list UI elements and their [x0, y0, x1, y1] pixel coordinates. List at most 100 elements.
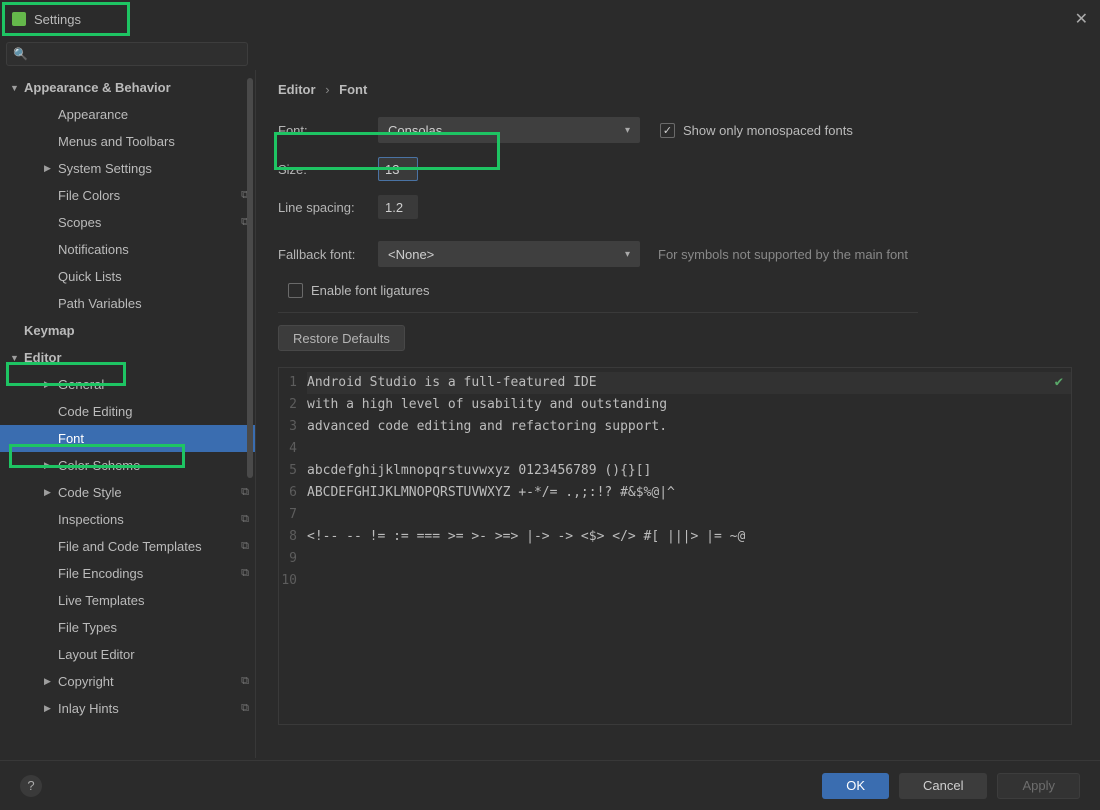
sidebar-item-file-and-code-templates[interactable]: File and Code Templates⧉ [0, 533, 255, 560]
ok-button[interactable]: OK [822, 773, 889, 799]
sidebar-item-label: Live Templates [58, 593, 144, 608]
row-spacing: Line spacing: [278, 195, 1080, 219]
spacing-input[interactable] [378, 195, 418, 219]
sidebar-item-label: Code Editing [58, 404, 132, 419]
preview-line: <!-- -- != := === >= >- >=> |-> -> <$> <… [307, 526, 1071, 548]
sidebar-item-file-colors[interactable]: File Colors⧉ [0, 182, 255, 209]
sidebar-item-file-encodings[interactable]: File Encodings⧉ [0, 560, 255, 587]
sidebar-item-label: Code Style [58, 485, 122, 500]
row-font: Font: Consolas ▾ Show only monospaced fo… [278, 117, 1080, 143]
preview-line [307, 504, 1071, 526]
sidebar-item-general[interactable]: ▶General [0, 371, 255, 398]
search-icon: 🔍 [13, 47, 28, 61]
preview-gutter: 12345678910 [279, 368, 303, 724]
preview-line: with a high level of usability and outst… [307, 394, 1071, 416]
fallback-dropdown[interactable]: <None> ▾ [378, 241, 640, 267]
search-input[interactable]: 🔍 [6, 42, 248, 66]
sidebar-scrollbar[interactable] [247, 78, 253, 750]
sidebar-item-label: Appearance [58, 107, 128, 122]
sidebar-item-label: Inspections [58, 512, 124, 527]
sidebar-item-editor[interactable]: ▼Editor [0, 344, 255, 371]
sidebar-scrollbar-handle[interactable] [247, 78, 253, 478]
sidebar-item-live-templates[interactable]: Live Templates [0, 587, 255, 614]
sidebar-item-label: Path Variables [58, 296, 142, 311]
font-label: Font: [278, 123, 378, 138]
row-fallback: Fallback font: <None> ▾ For symbols not … [278, 241, 1080, 267]
triangle-right-icon[interactable]: ▶ [44, 460, 58, 471]
apply-button[interactable]: Apply [997, 773, 1080, 799]
window-title: Settings [34, 12, 81, 27]
triangle-right-icon[interactable]: ▶ [44, 703, 58, 714]
triangle-right-icon[interactable]: ▶ [44, 163, 58, 174]
sidebar-item-menus-and-toolbars[interactable]: Menus and Toolbars [0, 128, 255, 155]
sidebar-item-label: General [58, 377, 104, 392]
close-icon[interactable]: ✕ [1075, 9, 1088, 29]
sidebar-item-scopes[interactable]: Scopes⧉ [0, 209, 255, 236]
row-size: Size: [278, 157, 1080, 181]
sidebar-item-label: File and Code Templates [58, 539, 202, 554]
breadcrumb-part1: Editor [278, 82, 316, 97]
chevron-down-icon: ▾ [625, 249, 630, 260]
sidebar-item-label: Menus and Toolbars [58, 134, 175, 149]
triangle-down-icon[interactable]: ▼ [10, 353, 24, 363]
sidebar-item-inlay-hints[interactable]: ▶Inlay Hints⧉ [0, 695, 255, 722]
sidebar-item-label: Inlay Hints [58, 701, 119, 716]
help-button[interactable]: ? [20, 775, 42, 797]
sidebar-item-label: Scopes [58, 215, 101, 230]
restore-defaults-button[interactable]: Restore Defaults [278, 325, 405, 351]
ligatures-label[interactable]: Enable font ligatures [311, 283, 430, 298]
app-logo-icon [12, 12, 26, 26]
preview-line: ABCDEFGHIJKLMNOPQRSTUVWXYZ +-*/= .,;:!? … [307, 482, 1071, 504]
sidebar-item-quick-lists[interactable]: Quick Lists [0, 263, 255, 290]
preview-line: advanced code editing and refactoring su… [307, 416, 1071, 438]
sidebar-item-label: File Colors [58, 188, 120, 203]
sidebar-item-system-settings[interactable]: ▶System Settings [0, 155, 255, 182]
triangle-right-icon[interactable]: ▶ [44, 676, 58, 687]
chevron-down-icon: ▾ [625, 125, 630, 136]
sidebar-item-label: Notifications [58, 242, 129, 257]
titlebar: Settings ✕ [0, 0, 1100, 38]
fallback-hint: For symbols not supported by the main fo… [658, 247, 908, 262]
sidebar-item-label: Copyright [58, 674, 114, 689]
sidebar-item-path-variables[interactable]: Path Variables [0, 290, 255, 317]
font-preview: 12345678910 Android Studio is a full-fea… [278, 367, 1072, 725]
size-input[interactable] [378, 157, 418, 181]
sidebar-item-notifications[interactable]: Notifications [0, 236, 255, 263]
triangle-right-icon[interactable]: ▶ [44, 379, 58, 390]
preview-code[interactable]: Android Studio is a full-featured IDEwit… [303, 368, 1071, 724]
sidebar-item-code-style[interactable]: ▶Code Style⧉ [0, 479, 255, 506]
preview-line [307, 570, 1071, 592]
sidebar-item-appearance-behavior[interactable]: ▼Appearance & Behavior [0, 74, 255, 101]
divider [278, 312, 918, 313]
font-dropdown[interactable]: Consolas ▾ [378, 117, 640, 143]
sidebar-item-label: Keymap [24, 323, 75, 338]
mono-checkbox-row: Show only monospaced fonts [660, 123, 853, 138]
font-dropdown-value: Consolas [388, 123, 442, 138]
spacing-label: Line spacing: [278, 200, 378, 215]
sidebar-item-label: Editor [24, 350, 62, 365]
sidebar-item-layout-editor[interactable]: Layout Editor [0, 641, 255, 668]
size-label: Size: [278, 162, 378, 177]
triangle-down-icon[interactable]: ▼ [10, 83, 24, 93]
triangle-right-icon[interactable]: ▶ [44, 487, 58, 498]
sidebar-item-code-editing[interactable]: Code Editing [0, 398, 255, 425]
sidebar-item-label: File Encodings [58, 566, 143, 581]
sidebar-item-font[interactable]: Font [0, 425, 255, 452]
mono-checkbox-label[interactable]: Show only monospaced fonts [683, 123, 853, 138]
sidebar-item-copyright[interactable]: ▶Copyright⧉ [0, 668, 255, 695]
sidebar-item-color-scheme[interactable]: ▶Color Scheme [0, 452, 255, 479]
fallback-dropdown-value: <None> [388, 247, 434, 262]
sidebar-item-appearance[interactable]: Appearance [0, 101, 255, 128]
preview-line [307, 438, 1071, 460]
sidebar-item-keymap[interactable]: Keymap [0, 317, 255, 344]
sidebar-item-file-types[interactable]: File Types [0, 614, 255, 641]
preview-line [307, 548, 1071, 570]
ligatures-checkbox[interactable] [288, 283, 303, 298]
cancel-button[interactable]: Cancel [899, 773, 987, 799]
sidebar-item-label: Appearance & Behavior [24, 80, 171, 95]
breadcrumb: Editor › Font [278, 82, 1080, 97]
main-area: ▼Appearance & BehaviorAppearanceMenus an… [0, 70, 1100, 758]
sidebar-item-inspections[interactable]: Inspections⧉ [0, 506, 255, 533]
row-ligatures: Enable font ligatures [288, 283, 1080, 298]
mono-checkbox[interactable] [660, 123, 675, 138]
